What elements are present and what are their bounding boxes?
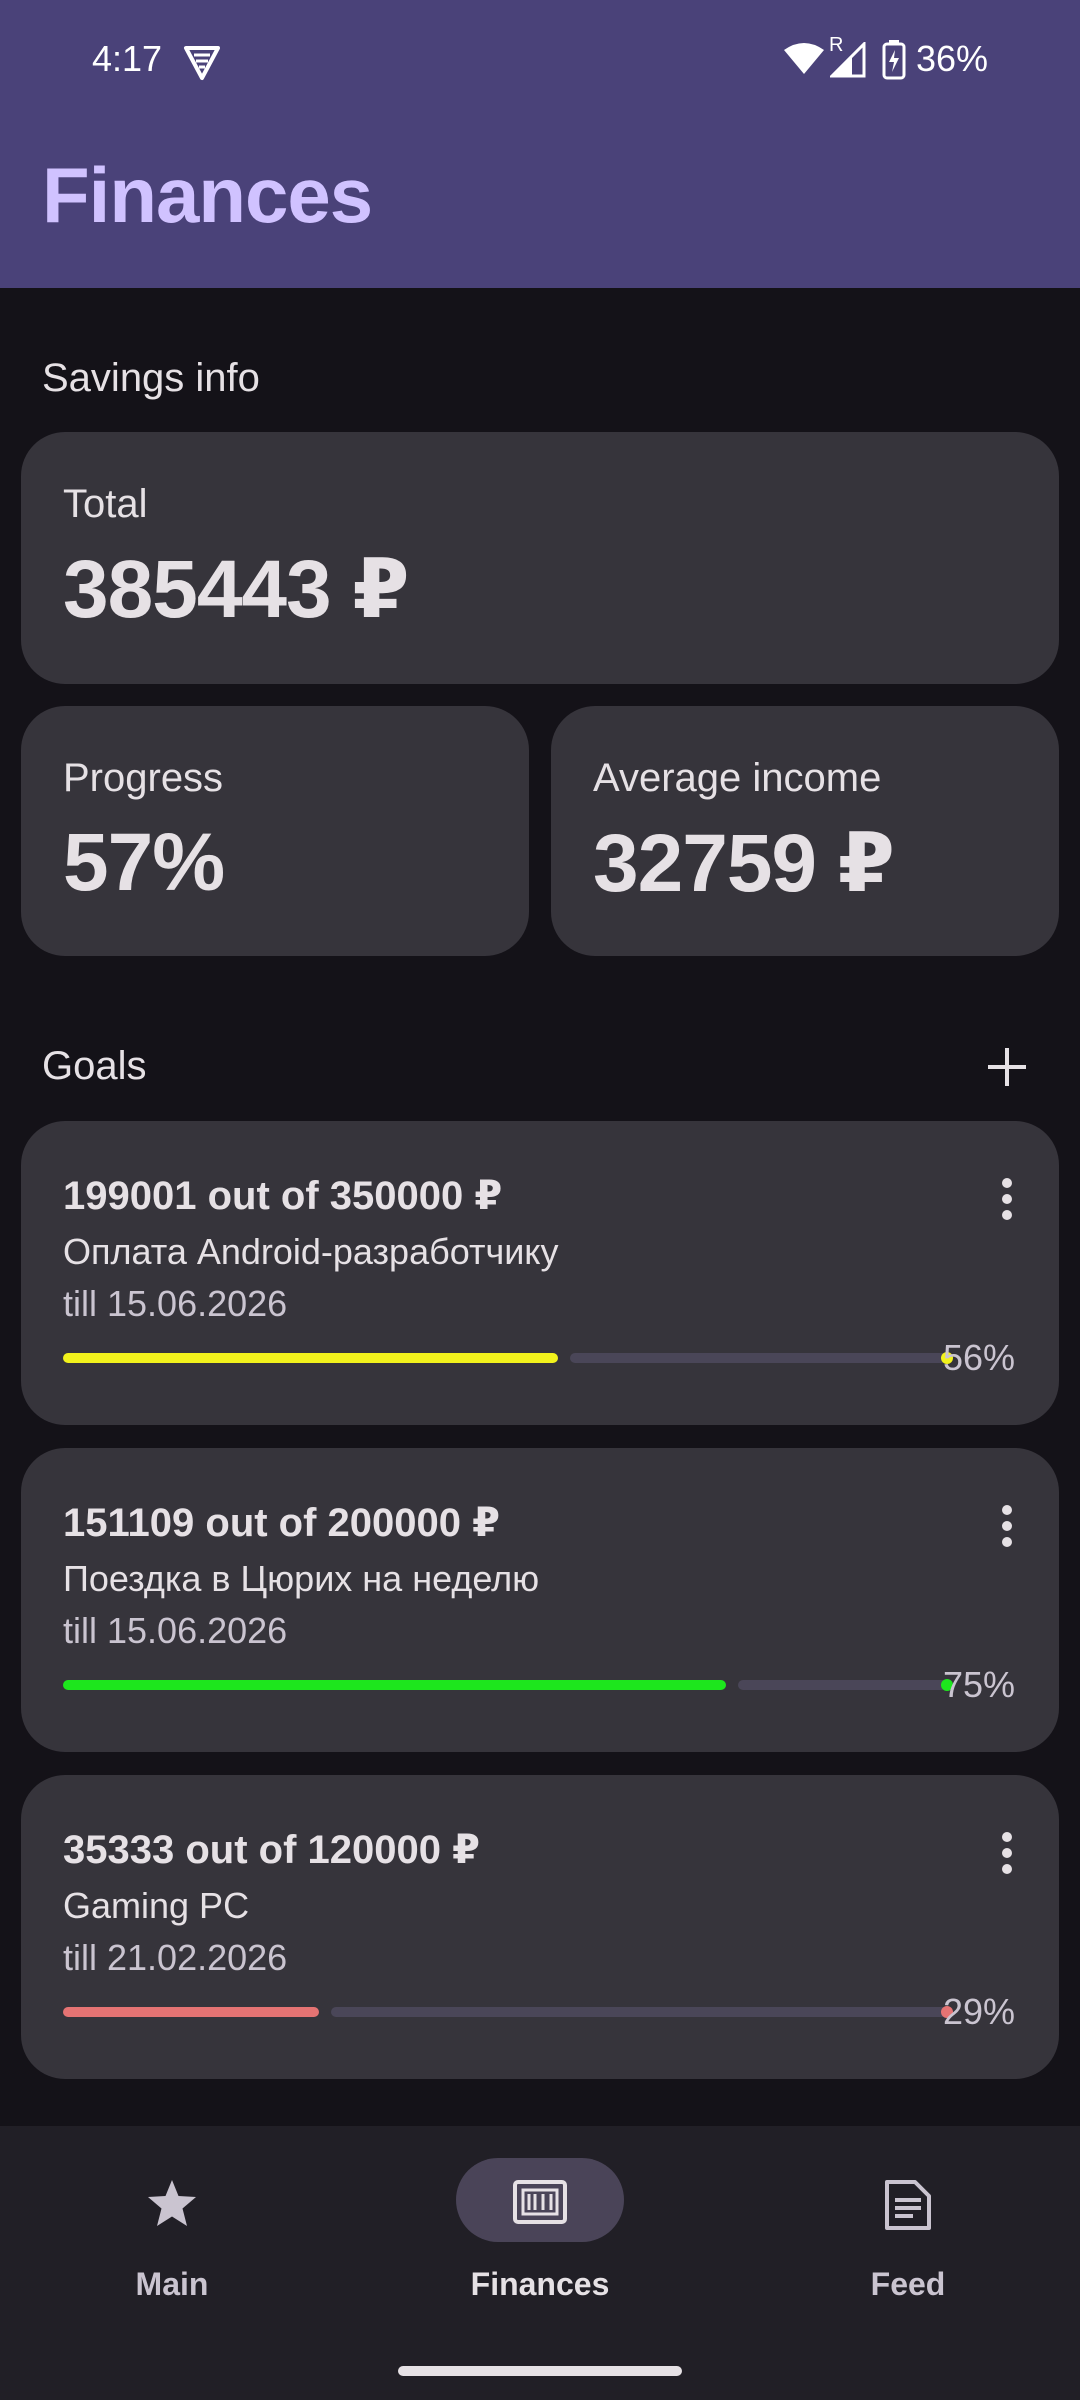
star-icon xyxy=(148,2180,196,2226)
savings-section-label: Savings info xyxy=(42,356,260,400)
home-indicator[interactable] xyxy=(398,2366,682,2376)
progress-card: Progress 57% xyxy=(21,706,529,956)
goal-date: till 15.06.2026 xyxy=(63,1610,288,1651)
battery-charging-icon xyxy=(882,40,906,80)
goal-percent: 75% xyxy=(942,1664,1015,1705)
total-value: 385443 ₽ xyxy=(63,544,409,635)
average-income-value: 32759 ₽ xyxy=(593,818,895,909)
goal-progress-fill xyxy=(63,2007,319,2017)
total-card: Total 385443 ₽ xyxy=(21,432,1059,684)
goal-card[interactable]: 199001 out of 350000 ₽ Оплата Android-ра… xyxy=(21,1121,1059,1425)
goal-progress-track xyxy=(738,1680,947,1690)
nav-label-feed: Feed xyxy=(870,2266,946,2302)
average-income-label: Average income xyxy=(593,756,882,800)
more-vert-icon[interactable] xyxy=(977,1823,1037,1883)
goal-progress-track xyxy=(331,2007,947,2017)
goal-date: till 21.02.2026 xyxy=(63,1937,288,1978)
goal-progress-track xyxy=(570,1353,947,1363)
bottom-navigation: Main Finances Feed xyxy=(0,2126,1080,2400)
goal-date: till 15.06.2026 xyxy=(63,1283,288,1324)
goal-percent: 56% xyxy=(942,1337,1015,1378)
goal-progress-fill xyxy=(63,1353,558,1363)
goal-progress-fill xyxy=(63,1680,726,1690)
article-icon xyxy=(885,2180,931,2230)
goal-amount: 35333 out of 120000 ₽ xyxy=(63,1828,480,1872)
signal-icon xyxy=(830,42,866,78)
nav-item-main[interactable]: Main xyxy=(52,2158,292,2318)
more-vert-icon[interactable] xyxy=(977,1169,1037,1229)
nav-item-finances[interactable]: Finances xyxy=(420,2158,660,2318)
banknote-icon xyxy=(513,2180,567,2224)
goal-amount: 151109 out of 200000 ₽ xyxy=(63,1501,500,1545)
goal-card[interactable]: 35333 out of 120000 ₽ Gaming PC till 21.… xyxy=(21,1775,1059,2079)
average-income-card: Average income 32759 ₽ xyxy=(551,706,1059,956)
goals-section-label: Goals xyxy=(42,1044,147,1088)
progress-value: 57% xyxy=(63,817,225,908)
app-bar: 4:17 R 36% Finances xyxy=(0,0,1080,288)
goal-name: Gaming PC xyxy=(63,1885,250,1926)
wifi-icon xyxy=(784,43,824,74)
add-goal-button[interactable] xyxy=(986,1046,1028,1088)
more-vert-icon[interactable] xyxy=(977,1496,1037,1556)
vpn-icon xyxy=(184,46,220,80)
nav-item-feed[interactable]: Feed xyxy=(788,2158,1028,2318)
status-bar: 4:17 R 36% xyxy=(0,0,1080,120)
progress-label: Progress xyxy=(63,756,224,800)
status-time: 4:17 xyxy=(92,38,163,79)
goal-card[interactable]: 151109 out of 200000 ₽ Поездка в Цюрих н… xyxy=(21,1448,1059,1752)
goal-progress-bar xyxy=(63,2006,953,2018)
nav-label-finances: Finances xyxy=(470,2266,610,2302)
nav-label-main: Main xyxy=(135,2266,209,2302)
total-label: Total xyxy=(63,482,148,526)
goal-percent: 29% xyxy=(942,1991,1015,2032)
goal-name: Поездка в Цюрих на неделю xyxy=(63,1558,540,1599)
goal-amount: 199001 out of 350000 ₽ xyxy=(63,1174,503,1218)
goal-name: Оплата Android-разработчику xyxy=(63,1231,559,1272)
goal-progress-bar xyxy=(63,1352,953,1364)
page-title: Finances xyxy=(42,151,373,239)
battery-percent: 36% xyxy=(916,38,989,79)
goal-progress-bar xyxy=(63,1679,953,1691)
